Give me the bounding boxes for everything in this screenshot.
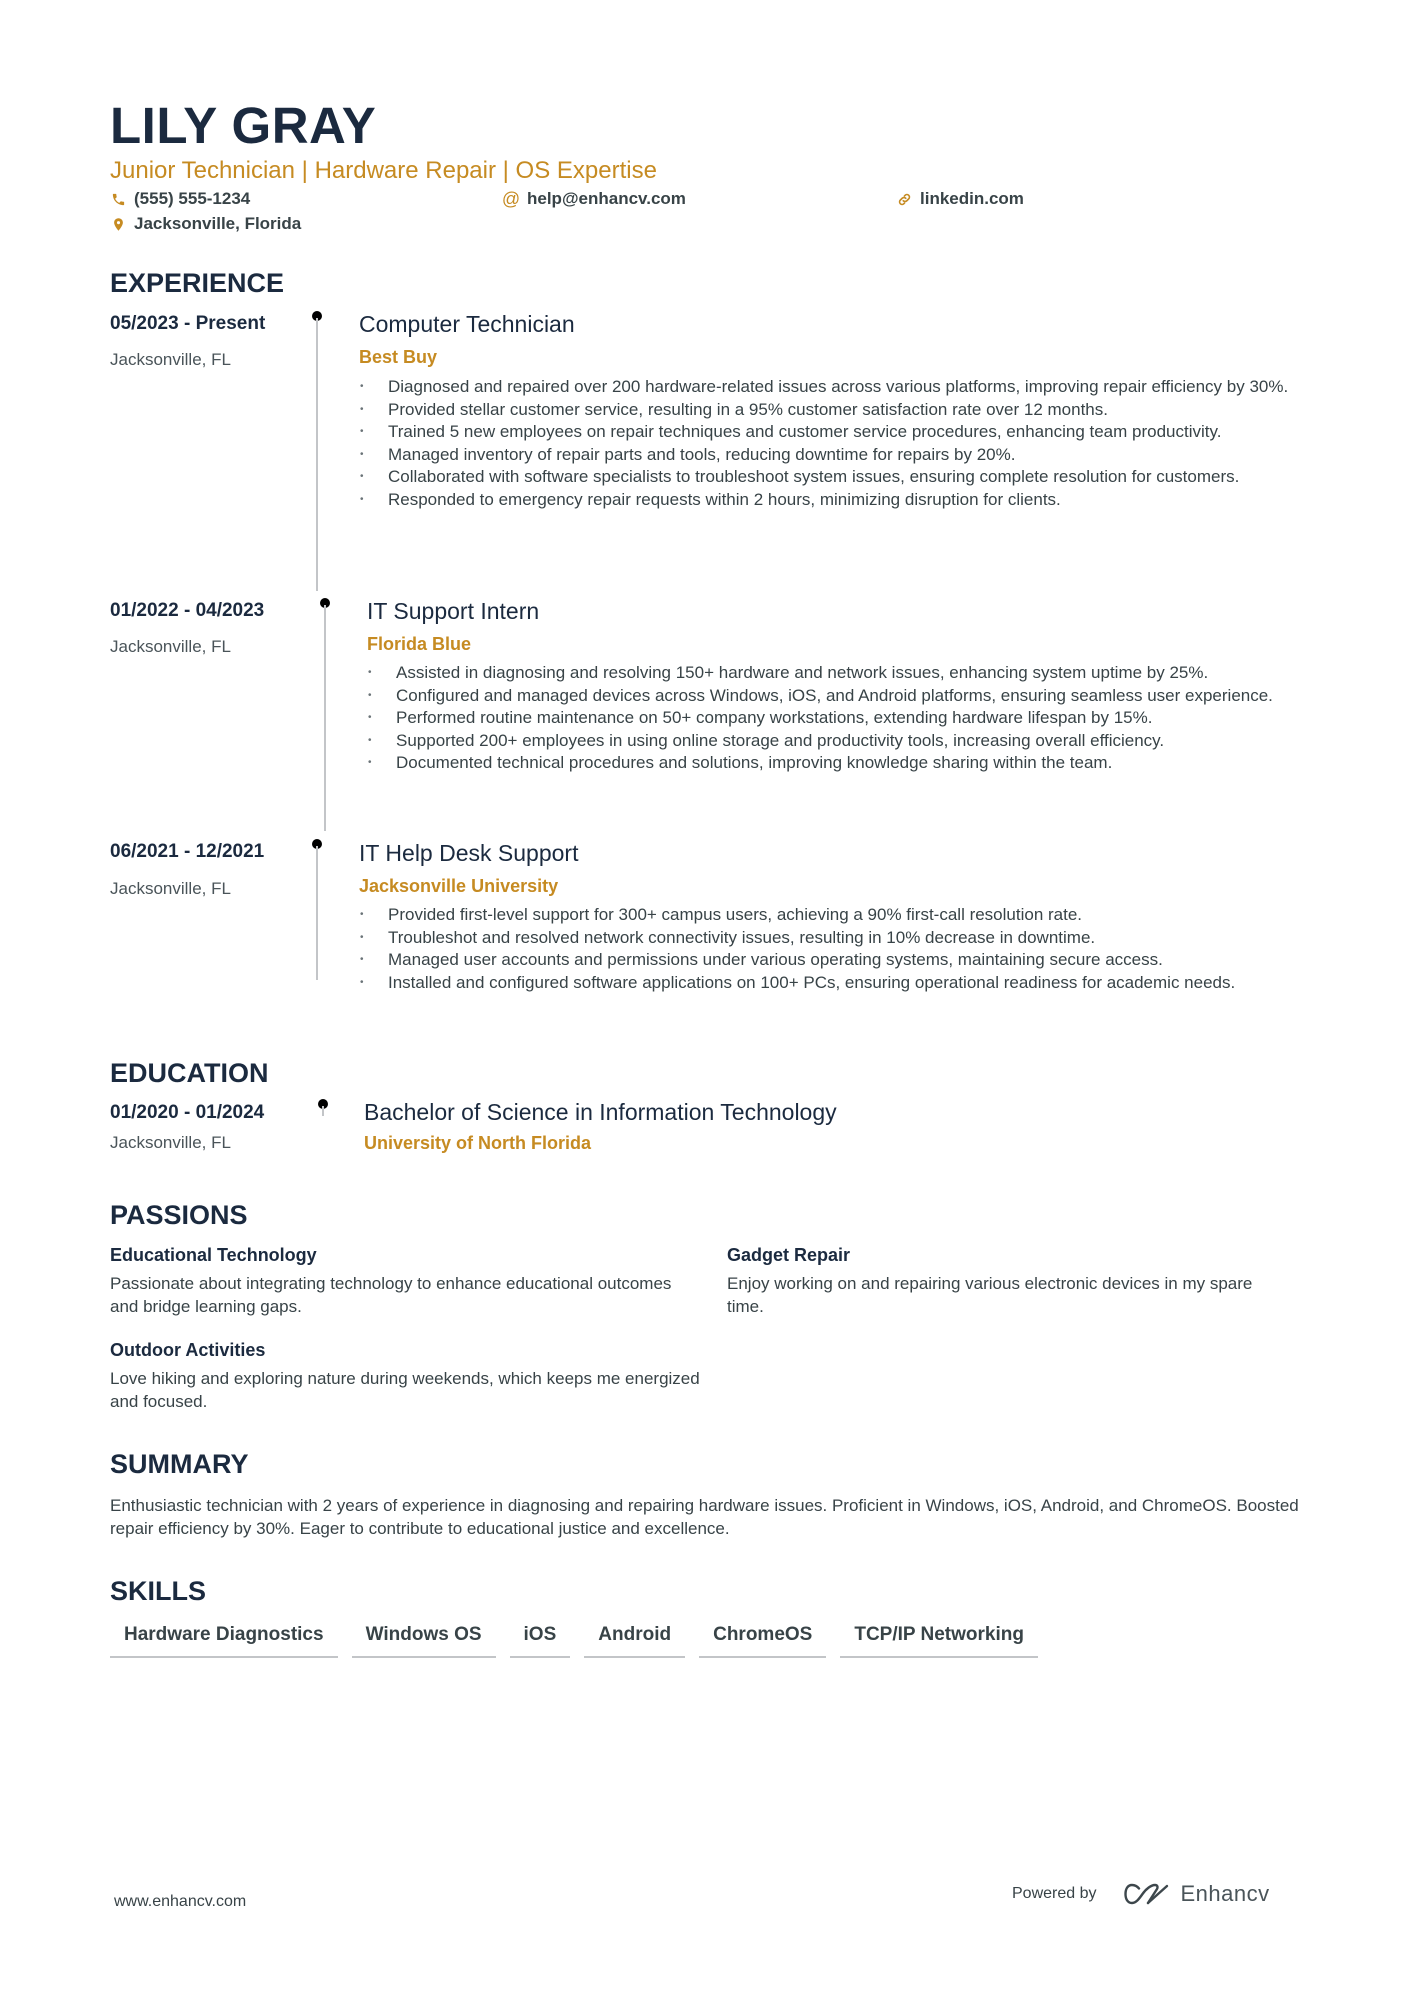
skill-tag: Windows OS	[351, 1624, 496, 1658]
entry-location: Jacksonville, FL	[110, 637, 231, 656]
skill-tag: Android	[584, 1624, 686, 1658]
passion-description: Love hiking and exploring nature during …	[110, 1369, 700, 1411]
entry-location: Jacksonville, FL	[110, 350, 231, 369]
summary-text: Enthusiastic technician with 2 years of …	[110, 1496, 1299, 1538]
timeline-line	[322, 1106, 324, 1116]
bullet-item: Collaborated with software specialists t…	[360, 466, 1300, 489]
candidate-tagline: Junior Technician | Hardware Repair | OS…	[110, 157, 657, 184]
bullet-item: Provided first-level support for 300+ ca…	[360, 904, 1300, 927]
phone-icon	[110, 190, 126, 208]
email-link[interactable]: help@enhancv.com	[527, 189, 686, 209]
location-text: Jacksonville, Florida	[134, 214, 302, 233]
contact-linkedin[interactable]: linkedin.com	[896, 189, 1024, 209]
bullet-item: Assisted in diagnosing and resolving 150…	[368, 662, 1298, 685]
passion-description: Passionate about integrating technology …	[110, 1274, 672, 1316]
at-icon: @	[501, 188, 521, 209]
contact-phone: (555) 555-1234	[110, 189, 250, 209]
bullet-item: Performed routine maintenance on 50+ com…	[368, 707, 1298, 730]
entry-location: Jacksonville, FL	[110, 879, 231, 898]
entry-role: Computer Technician	[359, 311, 575, 337]
entry-location: Jacksonville, FL	[110, 1133, 231, 1152]
bullet-item: Supported 200+ employees in using online…	[368, 730, 1298, 753]
skill-tag: Hardware Diagnostics	[110, 1624, 338, 1658]
enhancv-logo-icon	[1123, 1883, 1168, 1905]
section-title-summary: SUMMARY	[110, 1449, 249, 1479]
contact-location: Jacksonville, Florida	[110, 214, 301, 234]
entry-bullets: Provided first-level support for 300+ ca…	[360, 904, 1300, 994]
section-title-skills: SKILLS	[110, 1576, 207, 1606]
bullet-item: Trained 5 new employees on repair techni…	[360, 421, 1300, 444]
skill-tag: TCP/IP Networking	[840, 1624, 1038, 1658]
entry-company: Jacksonville University	[359, 876, 559, 896]
linkedin-link[interactable]: linkedin.com	[920, 189, 1024, 209]
entry-role: IT Help Desk Support	[359, 840, 579, 866]
candidate-name: LILY GRAY	[110, 97, 377, 154]
entry-company: Florida Blue	[367, 634, 472, 654]
link-icon	[896, 190, 912, 208]
brand-name: Enhancv	[1180, 1881, 1270, 1906]
timeline-line	[324, 605, 326, 831]
entry-company: Best Buy	[359, 347, 438, 367]
contact-email[interactable]: @ help@enhancv.com	[501, 188, 686, 209]
entry-dates: 06/2021 - 12/2021	[110, 841, 265, 862]
entry-bullets: Assisted in diagnosing and resolving 150…	[368, 662, 1298, 775]
skill-tag: ChromeOS	[699, 1624, 827, 1658]
section-title-education: EDUCATION	[110, 1058, 269, 1088]
education-school: University of North Florida	[364, 1133, 592, 1153]
bullet-item: Responded to emergency repair requests w…	[360, 489, 1300, 512]
bullet-item: Troubleshot and resolved network connect…	[360, 927, 1300, 950]
entry-dates: 01/2020 - 01/2024	[110, 1102, 265, 1123]
passion-title: Gadget Repair	[727, 1245, 851, 1265]
entry-dates: 05/2023 - Present	[110, 313, 266, 334]
bullet-item: Documented technical procedures and solu…	[368, 752, 1298, 775]
enhancv-logo[interactable]: Enhancv	[1123, 1881, 1270, 1907]
section-title-experience: EXPERIENCE	[110, 268, 285, 298]
bullet-item: Installed and configured software applic…	[360, 972, 1300, 995]
bullet-item: Provided stellar customer service, resul…	[360, 399, 1300, 422]
education-degree: Bachelor of Science in Information Techn…	[364, 1099, 837, 1125]
passion-title: Outdoor Activities	[110, 1340, 266, 1360]
entry-dates: 01/2022 - 04/2023	[110, 600, 265, 621]
bullet-item: Configured and managed devices across Wi…	[368, 685, 1298, 708]
skill-tag: iOS	[509, 1624, 571, 1658]
timeline-line	[316, 846, 318, 980]
bullet-item: Diagnosed and repaired over 200 hardware…	[360, 376, 1300, 399]
entry-role: IT Support Intern	[367, 598, 540, 624]
footer-powered-by[interactable]: Powered by Enhancv	[1012, 1881, 1270, 1907]
timeline-line	[316, 318, 318, 591]
passion-description: Enjoy working on and repairing various e…	[727, 1274, 1253, 1316]
bullet-item: Managed inventory of repair parts and to…	[360, 444, 1300, 467]
powered-by-label: Powered by	[1012, 1885, 1097, 1902]
bullet-item: Managed user accounts and permissions un…	[360, 949, 1300, 972]
map-pin-icon	[110, 215, 126, 233]
passion-title: Educational Technology	[110, 1245, 317, 1265]
footer-website-link[interactable]: www.enhancv.com	[114, 1893, 246, 1911]
section-title-passions: PASSIONS	[110, 1200, 248, 1230]
phone-text: (555) 555-1234	[134, 189, 251, 208]
skills-list: Hardware Diagnostics Windows OS iOS Andr…	[110, 1624, 1038, 1658]
entry-bullets: Diagnosed and repaired over 200 hardware…	[360, 376, 1300, 511]
